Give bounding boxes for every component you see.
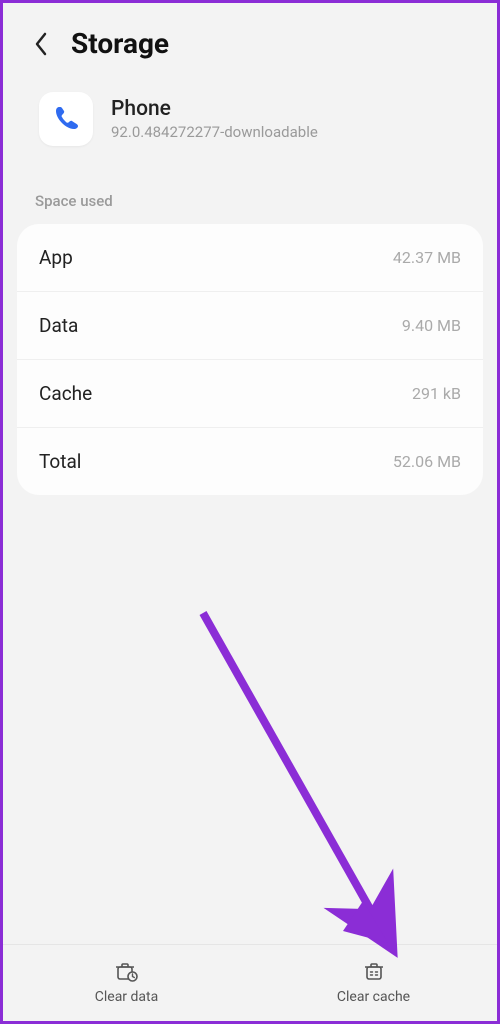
row-app-label: App: [39, 246, 73, 269]
app-name: Phone: [111, 97, 318, 121]
space-used-card: App 42.37 MB Data 9.40 MB Cache 291 kB T…: [17, 224, 483, 495]
row-cache: Cache 291 kB: [17, 360, 483, 428]
chevron-left-icon: [32, 30, 50, 58]
bottom-action-bar: Clear data Clear cache: [3, 944, 497, 1021]
page-title: Storage: [71, 27, 169, 60]
clear-cache-icon: [361, 959, 387, 983]
row-total-label: Total: [39, 450, 81, 473]
app-version: 92.0.484272277-downloadable: [111, 123, 318, 141]
row-data-label: Data: [39, 314, 78, 337]
app-info-row: Phone 92.0.484272277-downloadable: [3, 76, 497, 170]
app-icon: [39, 92, 93, 146]
row-data-value: 9.40 MB: [402, 316, 461, 335]
row-app-value: 42.37 MB: [393, 248, 461, 267]
back-button[interactable]: [27, 30, 55, 58]
clear-data-label: Clear data: [95, 989, 158, 1005]
row-total: Total 52.06 MB: [17, 428, 483, 495]
clear-cache-label: Clear cache: [337, 989, 410, 1005]
section-label-space-used: Space used: [3, 170, 497, 216]
clear-data-icon: [114, 959, 140, 983]
clear-data-button[interactable]: Clear data: [3, 945, 250, 1021]
row-total-value: 52.06 MB: [393, 452, 461, 471]
clear-cache-button[interactable]: Clear cache: [250, 945, 497, 1021]
phone-icon: [48, 101, 84, 137]
row-app: App 42.37 MB: [17, 224, 483, 292]
row-data: Data 9.40 MB: [17, 292, 483, 360]
row-cache-value: 291 kB: [412, 384, 461, 403]
row-cache-label: Cache: [39, 382, 92, 405]
